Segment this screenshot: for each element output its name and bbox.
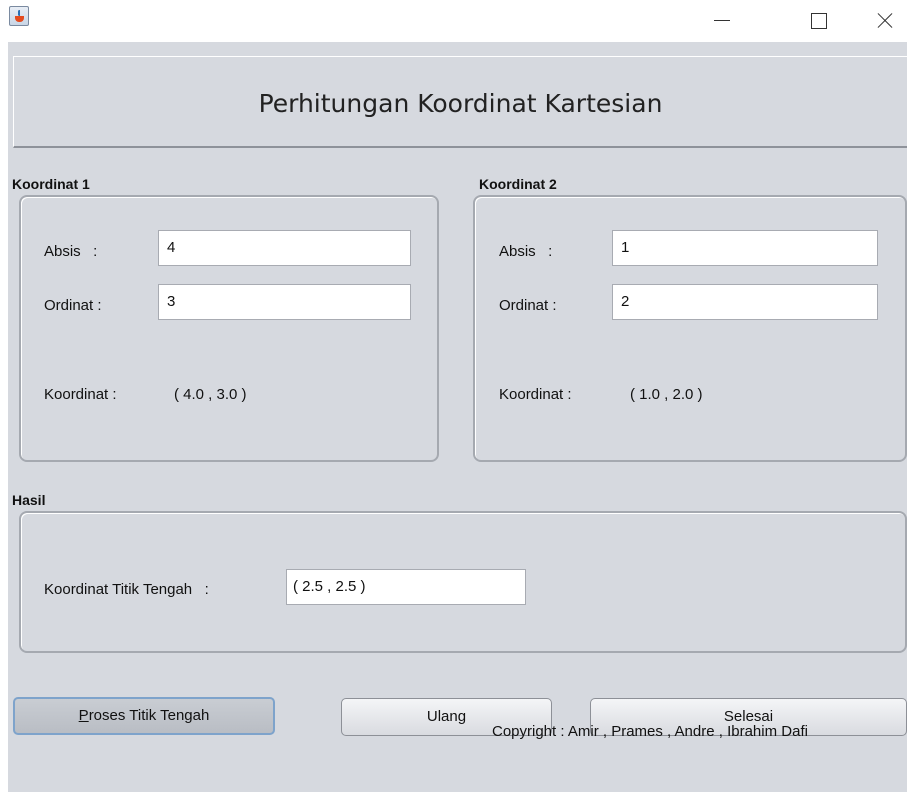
main-panel: Perhitungan Koordinat Kartesian Koordina…: [8, 42, 907, 792]
koordinat1-group: Absis : 4 Ordinat : 3 Koordinat : ( 4.0 …: [19, 195, 439, 462]
proses-titik-tengah-button[interactable]: Proses Titik Tengah: [13, 697, 275, 735]
java-cup-icon[interactable]: [9, 6, 29, 26]
koordinat2-group: Absis : 1 Ordinat : 2 Koordinat : ( 1.0 …: [473, 195, 907, 462]
copyright-text: Copyright : Amir , Prames , Andre , Ibra…: [492, 723, 808, 740]
koordinat2-ordinat-input[interactable]: 2: [612, 284, 878, 320]
koordinat1-koordinat-value: ( 4.0 , 3.0 ): [174, 386, 247, 403]
koordinat2-title: Koordinat 2: [479, 176, 557, 192]
koordinat2-koordinat-label: Koordinat :: [499, 386, 572, 403]
koordinat2-absis-input[interactable]: 1: [612, 230, 878, 266]
koordinat1-ordinat-label: Ordinat :: [44, 297, 102, 314]
koordinat2-koordinat-value: ( 1.0 , 2.0 ): [630, 386, 703, 403]
minimize-icon[interactable]: [698, 0, 744, 42]
header-panel: Perhitungan Koordinat Kartesian: [13, 56, 907, 148]
titik-tengah-output[interactable]: ( 2.5 , 2.5 ): [286, 569, 526, 605]
titik-tengah-label: Koordinat Titik Tengah :: [44, 581, 209, 598]
hasil-title: Hasil: [12, 492, 46, 508]
koordinat1-ordinat-input[interactable]: 3: [158, 284, 411, 320]
koordinat2-absis-label: Absis :: [499, 243, 553, 260]
hasil-group: Koordinat Titik Tengah : ( 2.5 , 2.5 ): [19, 511, 907, 653]
java-cup-body: [15, 16, 24, 22]
koordinat1-absis-label: Absis :: [44, 243, 98, 260]
maximize-icon[interactable]: [795, 0, 841, 42]
koordinat2-ordinat-label: Ordinat :: [499, 297, 557, 314]
window-titlebar: [0, 0, 907, 42]
koordinat1-absis-input[interactable]: 4: [158, 230, 411, 266]
close-icon[interactable]: [861, 0, 907, 42]
proses-mnemonic: P: [78, 707, 89, 724]
koordinat1-title: Koordinat 1: [12, 176, 90, 192]
koordinat1-koordinat-label: Koordinat :: [44, 386, 117, 403]
page-title: Perhitungan Koordinat Kartesian: [258, 89, 663, 118]
proses-label: roses Titik Tengah: [88, 707, 210, 724]
